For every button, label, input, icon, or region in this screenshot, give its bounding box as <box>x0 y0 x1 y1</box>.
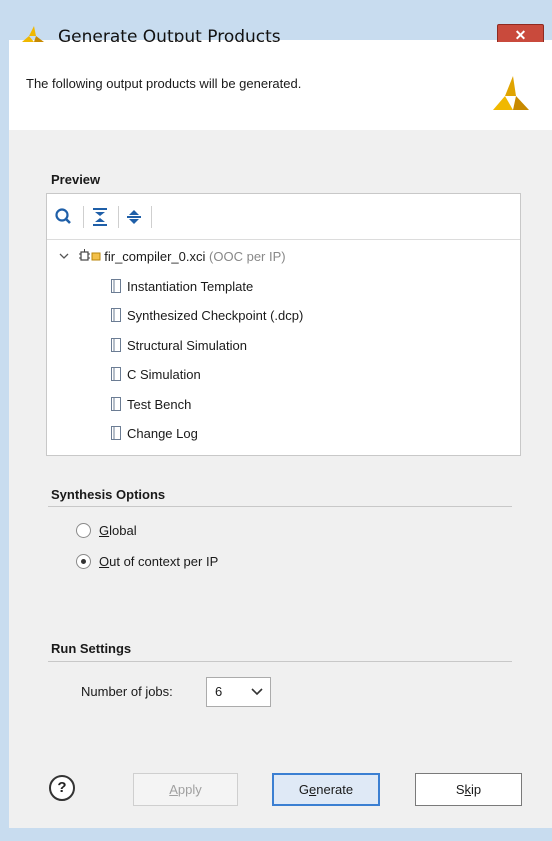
dialog-window: Generate Output Products ✕ The following… <box>0 0 552 841</box>
header-panel: The following output products will be ge… <box>9 42 552 130</box>
tree-root-name: fir_compiler_0.xci <box>104 249 206 264</box>
tree-child-label: Structural Simulation <box>127 338 247 353</box>
apply-button[interactable]: Apply <box>133 773 238 806</box>
number-of-jobs-label: Number of jobs: <box>81 684 173 699</box>
preview-section-label: Preview <box>51 172 101 187</box>
tree-root-row[interactable]: fir_compiler_0.xci (OOC per IP) <box>59 246 286 268</box>
title-bar[interactable]: Generate Output Products ✕ <box>0 0 552 47</box>
tree-child-row[interactable]: Change Log <box>110 423 198 445</box>
tree-child-row[interactable]: C Simulation <box>110 364 201 386</box>
jobs-select-value: 6 <box>215 684 223 699</box>
search-icon[interactable] <box>53 206 75 228</box>
radio-out-of-context[interactable]: Out of context per IP <box>76 552 266 572</box>
tree-child-label: Test Bench <box>127 397 192 412</box>
chevron-down-icon <box>251 688 263 696</box>
preview-panel: fir_compiler_0.xci (OOC per IP) Instanti… <box>46 193 521 456</box>
section-divider <box>48 506 512 507</box>
radio-ooc-label: Out of context per IP <box>99 554 219 569</box>
collapse-all-icon[interactable] <box>89 206 111 228</box>
file-icon <box>111 367 121 381</box>
section-divider <box>48 661 512 662</box>
header-description: The following output products will be ge… <box>26 76 302 91</box>
chevron-down-icon[interactable] <box>59 251 69 261</box>
toolbar-separator <box>83 206 84 228</box>
vivado-logo-icon <box>22 26 44 42</box>
tree-child-row[interactable]: Structural Simulation <box>110 335 247 357</box>
expand-all-icon[interactable] <box>123 206 145 228</box>
toolbar-separator <box>151 206 152 228</box>
tree-child-label: Change Log <box>127 426 198 441</box>
run-settings-label: Run Settings <box>51 641 132 656</box>
file-icon <box>111 426 121 440</box>
vivado-logo-large-icon <box>493 76 529 110</box>
window-frame-bottom <box>0 828 552 841</box>
file-icon <box>111 308 121 322</box>
tree-child-label: C Simulation <box>127 367 201 382</box>
radio-global[interactable]: Global <box>76 521 196 541</box>
toolbar-separator <box>118 206 119 228</box>
file-icon <box>111 338 121 352</box>
radio-button[interactable] <box>76 523 91 538</box>
window-frame-left <box>0 0 9 841</box>
help-button[interactable]: ? <box>49 775 75 801</box>
tree-root-suffix: (OOC per IP) <box>209 249 286 264</box>
preview-toolbar <box>47 194 520 240</box>
tree-child-row[interactable]: Instantiation Template <box>110 276 253 298</box>
generate-button[interactable]: Generate <box>272 773 380 806</box>
tree-child-row[interactable]: Synthesized Checkpoint (.dcp) <box>110 305 303 327</box>
ip-core-icon <box>78 249 101 261</box>
tree-child-row[interactable]: Test Bench <box>110 394 191 416</box>
file-icon <box>111 397 121 411</box>
synthesis-options-label: Synthesis Options <box>51 487 166 502</box>
tree-child-label: Instantiation Template <box>127 279 254 294</box>
tree-child-label: Synthesized Checkpoint (.dcp) <box>127 308 304 323</box>
radio-global-label: Global <box>99 523 137 538</box>
file-icon <box>111 279 121 293</box>
number-of-jobs-select[interactable]: 6 <box>206 677 271 707</box>
skip-button[interactable]: Skip <box>415 773 522 806</box>
radio-button-selected[interactable] <box>76 554 91 569</box>
